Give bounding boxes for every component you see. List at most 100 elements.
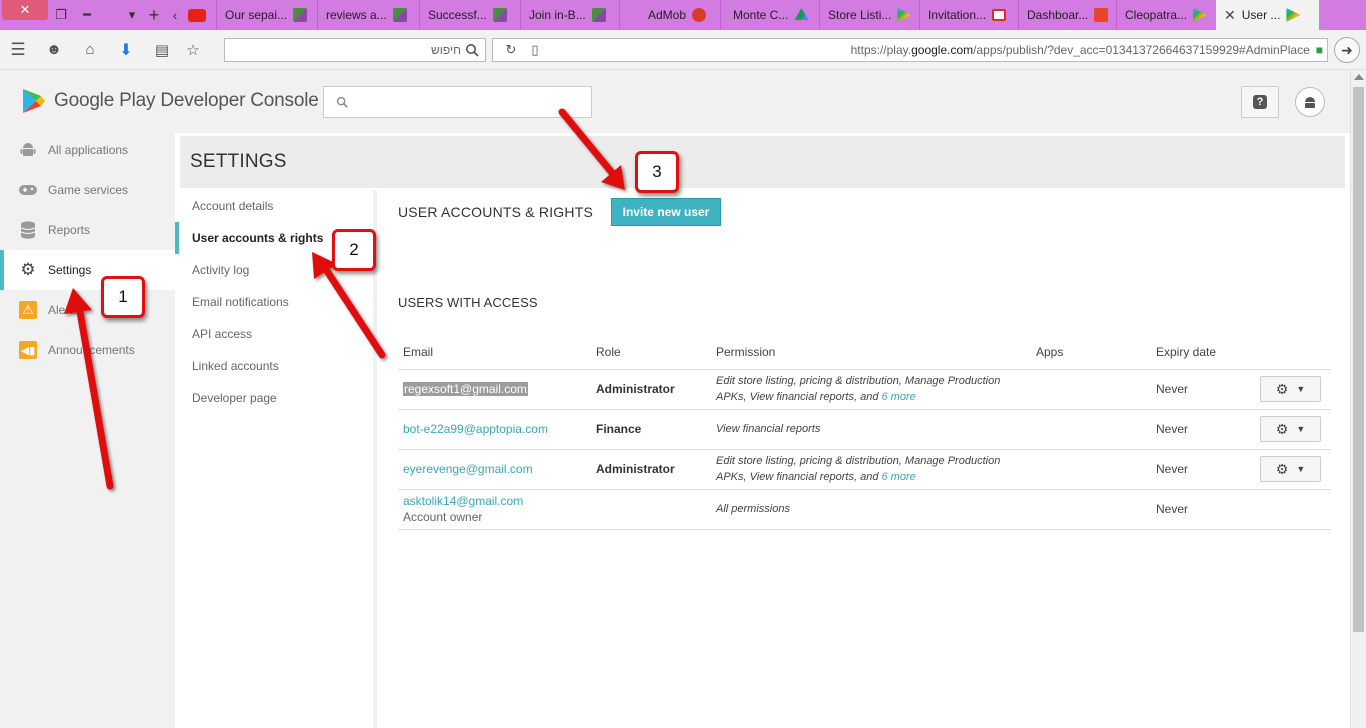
download-icon[interactable]: ⬇: [108, 30, 144, 70]
users-table: Email Role Permission Apps Expiry date r…: [398, 335, 1331, 530]
new-tab-icon[interactable]: +: [142, 0, 166, 30]
column-header-role[interactable]: Role: [591, 335, 711, 370]
annotation-badge-2: 2: [332, 229, 376, 271]
browser-tab-active[interactable]: ✕ User ...: [1216, 0, 1319, 30]
scroll-up-icon[interactable]: [1354, 74, 1364, 80]
subnav-email-notifications[interactable]: Email notifications: [175, 286, 373, 318]
subnav-account-details[interactable]: Account details: [175, 190, 373, 222]
window-minimize-icon[interactable]: ━: [74, 0, 100, 30]
url-bar[interactable]: ↻ ▯ https://play.google.com/apps/publish…: [492, 38, 1328, 62]
user-email-link[interactable]: regexsoft1@gmail.com: [403, 382, 528, 396]
browser-tab[interactable]: Our sepai...: [216, 0, 317, 30]
admob-icon: [692, 8, 707, 22]
browser-tab[interactable]: Cleopatra...: [1116, 0, 1216, 30]
reader-view-icon[interactable]: ▯: [523, 42, 547, 58]
reload-icon[interactable]: ↻: [499, 42, 523, 58]
user-actions-cell: ⚙ ▼: [1255, 409, 1331, 450]
caret-down-icon: ▼: [1296, 384, 1306, 394]
play-icon: [1193, 8, 1208, 22]
tab-list-dropdown-icon[interactable]: ▾: [122, 0, 142, 30]
clipboard-icon[interactable]: ▤: [144, 30, 180, 70]
subnav-developer-page[interactable]: Developer page: [175, 382, 373, 414]
browser-tab[interactable]: Invitation...: [919, 0, 1018, 30]
user-apps: [1031, 489, 1151, 530]
invite-new-user-button[interactable]: Invite new user: [611, 198, 721, 226]
user-role: Finance: [591, 409, 711, 450]
user-actions-dropdown[interactable]: ⚙ ▼: [1260, 376, 1321, 402]
bookmark-star-icon[interactable]: ☆: [180, 30, 206, 70]
window-close-button[interactable]: ✕: [2, 0, 48, 20]
browser-search-input[interactable]: חיפוש: [224, 38, 486, 62]
column-header-apps[interactable]: Apps: [1031, 335, 1151, 370]
more-permissions-link[interactable]: 6 more: [882, 391, 916, 403]
column-header-expiry-date[interactable]: Expiry date: [1151, 335, 1255, 370]
user-email-cell: regexsoft1@gmail.com: [398, 369, 591, 410]
nav-item-settings[interactable]: ⚙ Settings: [0, 250, 175, 290]
console-title: Google Play Developer Console: [54, 90, 319, 111]
annotation-badge-1: 1: [101, 276, 145, 318]
user-apps: [1031, 449, 1151, 490]
app-icon: [1094, 8, 1109, 22]
users-with-access-title: USERS WITH ACCESS: [398, 295, 538, 310]
subnav-api-access[interactable]: API access: [175, 318, 373, 350]
help-button[interactable]: ?: [1241, 86, 1279, 118]
browser-tab[interactable]: reviews a...: [317, 0, 419, 30]
table-row: bot-e22a99@apptopia.com Finance View fin…: [398, 409, 1331, 450]
user-email-cell: bot-e22a99@apptopia.com: [398, 409, 591, 450]
console-brand[interactable]: Google Play Developer Console: [22, 88, 319, 114]
user-expiry: Never: [1151, 489, 1255, 530]
user-email-link[interactable]: eyerevenge@gmail.com: [403, 462, 533, 476]
console-search-input[interactable]: [323, 86, 592, 118]
user-permissions: View financial reports: [711, 409, 1031, 450]
play-icon: [897, 8, 912, 22]
browser-tab[interactable]: Store Listi...: [819, 0, 919, 30]
browser-tab[interactable]: [184, 0, 216, 30]
search-icon: [336, 96, 348, 108]
android-icon: [1305, 97, 1315, 108]
drive-icon: [794, 8, 809, 20]
close-tab-icon[interactable]: ✕: [1224, 7, 1236, 24]
nav-item-reports[interactable]: Reports: [0, 210, 175, 250]
browser-tab[interactable]: Dashboar...: [1018, 0, 1116, 30]
database-icon: [18, 220, 38, 240]
more-permissions-link[interactable]: 6 more: [882, 471, 916, 483]
nav-item-announcements[interactable]: ◀▮ Announcements: [0, 330, 175, 370]
menu-icon[interactable]: ☰: [0, 30, 36, 70]
account-owner-label: Account owner: [403, 510, 483, 524]
table-header-row: Email Role Permission Apps Expiry date: [398, 335, 1331, 370]
browser-tab[interactable]: Monte C...: [720, 0, 819, 30]
search-icon: [466, 44, 479, 57]
user-email-link[interactable]: bot-e22a99@apptopia.com: [403, 422, 548, 436]
user-actions-cell: [1255, 489, 1331, 530]
user-actions-cell: ⚙ ▼: [1255, 449, 1331, 490]
browser-tab[interactable]: AdMob: [619, 0, 720, 30]
user-expiry: Never: [1151, 449, 1255, 490]
scrollbar-thumb[interactable]: [1353, 87, 1364, 632]
user-actions-dropdown[interactable]: ⚙ ▼: [1260, 416, 1321, 442]
home-icon[interactable]: ⌂: [72, 30, 108, 70]
window-restore-icon[interactable]: ❐: [48, 0, 74, 30]
user-actions-dropdown[interactable]: ⚙ ▼: [1260, 456, 1321, 482]
column-header-permission[interactable]: Permission: [711, 335, 1031, 370]
subnav-linked-accounts[interactable]: Linked accounts: [175, 350, 373, 382]
smiley-icon[interactable]: ☻: [36, 30, 72, 70]
go-arrow-button[interactable]: ➜: [1334, 37, 1360, 63]
user-actions-cell: ⚙ ▼: [1255, 369, 1331, 410]
user-permissions: Edit store listing, pricing & distributi…: [711, 369, 1031, 410]
nav-item-all-applications[interactable]: All applications: [0, 130, 175, 170]
browser-tab[interactable]: Successf...: [419, 0, 520, 30]
browser-tab[interactable]: Join in-B...: [520, 0, 619, 30]
google-play-logo-icon: [23, 89, 45, 113]
user-role: Administrator: [591, 449, 711, 490]
column-header-email[interactable]: Email: [398, 335, 591, 370]
user-email-link[interactable]: asktolik14@gmail.com: [403, 494, 523, 508]
column-header-actions: [1255, 335, 1331, 370]
user-apps: [1031, 369, 1151, 410]
scroll-tabs-left-icon[interactable]: ‹: [166, 0, 184, 30]
nav-item-game-services[interactable]: Game services: [0, 170, 175, 210]
browser-toolbar: ☰ ☻ ⌂ ⬇ ▤ ☆ חיפוש ↻ ▯ https://play.googl…: [0, 30, 1366, 70]
user-apps: [1031, 409, 1151, 450]
nav-item-alerts[interactable]: ⚠ Alerts: [0, 290, 175, 330]
account-avatar[interactable]: [1295, 87, 1325, 117]
page-scrollbar[interactable]: [1350, 71, 1366, 728]
